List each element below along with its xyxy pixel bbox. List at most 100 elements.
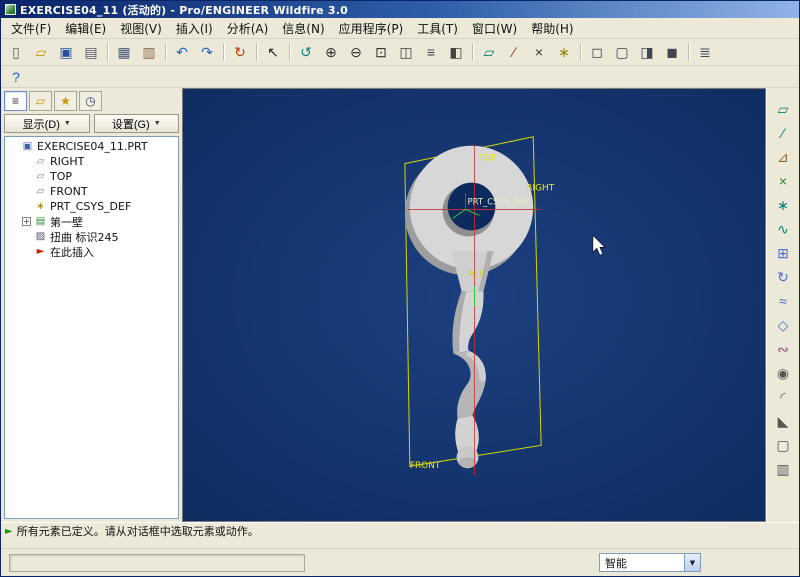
- refit-button[interactable]: ⊡: [369, 41, 393, 63]
- paste-button[interactable]: ▥: [137, 41, 161, 63]
- datum-axes-toggle[interactable]: ∕: [502, 41, 526, 63]
- insert-here-icon: ►: [34, 247, 47, 257]
- redo-icon: ↷: [201, 45, 213, 59]
- open-button[interactable]: ▱: [29, 41, 53, 63]
- combo-dropdown-button[interactable]: [684, 554, 700, 571]
- wireframe-button[interactable]: ◻: [585, 41, 609, 63]
- regenerate-button[interactable]: ↻: [228, 41, 252, 63]
- selection-filter-value: 智能: [600, 555, 684, 571]
- menu-view[interactable]: 视图(V): [113, 18, 169, 39]
- tree-item-root[interactable]: ▣ EXERCISE04_11.PRT: [5, 139, 178, 154]
- toolbar-separator: [256, 43, 257, 61]
- regenerate-icon: ↻: [234, 45, 246, 59]
- datum-axis-tool[interactable]: ∕: [771, 122, 795, 144]
- redo-button[interactable]: ↷: [195, 41, 219, 63]
- no-hidden-button[interactable]: ◨: [635, 41, 659, 63]
- blend-tool[interactable]: ◇: [771, 314, 795, 336]
- menu-window[interactable]: 窗口(W): [465, 18, 524, 39]
- new-file-icon: ▯: [12, 45, 20, 59]
- toolbar-separator: [580, 43, 581, 61]
- sketch-tool[interactable]: ⊿: [771, 146, 795, 168]
- saved-views-icon: ◫: [399, 45, 412, 59]
- tree-item-first-wall[interactable]: ▤ 第一壁: [5, 214, 178, 229]
- hole-tool[interactable]: ◉: [771, 362, 795, 384]
- graphics-viewport[interactable]: TOP RIGHT FRONT PRT_CSYS_DEF A_1: [182, 88, 766, 522]
- expander-icon[interactable]: [22, 217, 31, 226]
- select-button[interactable]: ↖: [261, 41, 285, 63]
- datum-points-toggle[interactable]: ×: [527, 41, 551, 63]
- shaft-tip-shade: [459, 457, 477, 467]
- tree-item-top[interactable]: ▱ TOP: [5, 169, 178, 184]
- tree-item-front[interactable]: ▱ FRONT: [5, 184, 178, 199]
- saved-views-button[interactable]: ◫: [394, 41, 418, 63]
- hidden-line-button[interactable]: ▢: [610, 41, 634, 63]
- undo-button[interactable]: ↶: [170, 41, 194, 63]
- shaded-button[interactable]: ◼: [660, 41, 684, 63]
- part-icon: ▣: [21, 142, 34, 152]
- revolve-tool[interactable]: ↻: [771, 266, 795, 288]
- zoom-in-button[interactable]: ⊕: [319, 41, 343, 63]
- style-tool[interactable]: ∾: [771, 338, 795, 360]
- menu-help[interactable]: 帮助(H): [524, 18, 580, 39]
- tree-item-right[interactable]: ▱ RIGHT: [5, 154, 178, 169]
- tree-label: 扭曲 标识245: [50, 229, 119, 245]
- tree-item-twist[interactable]: ▨ 扭曲 标识245: [5, 229, 178, 244]
- folder-icon: ▱: [36, 95, 45, 107]
- menu-analysis[interactable]: 分析(A): [220, 18, 276, 39]
- front-datum-label: FRONT: [410, 461, 441, 471]
- menu-file[interactable]: 文件(F): [4, 18, 58, 39]
- shell-tool[interactable]: ▢: [771, 434, 795, 456]
- round-tool[interactable]: ◜: [771, 386, 795, 408]
- sweep-tool[interactable]: ≈: [771, 290, 795, 312]
- display-dropdown[interactable]: 显示(D): [4, 114, 90, 133]
- tree-toolbar: 显示(D) 设置(G): [4, 114, 179, 133]
- curve-icon: ∿: [777, 222, 789, 236]
- csys-toggle[interactable]: ∗: [552, 41, 576, 63]
- copy-icon: ▦: [117, 45, 130, 59]
- datum-point-tool[interactable]: ×: [771, 170, 795, 192]
- menu-tools[interactable]: 工具(T): [410, 18, 465, 39]
- zoom-in-icon: ⊕: [325, 45, 337, 59]
- favorites-tab[interactable]: ★: [54, 91, 77, 111]
- app-window: EXERCISE04_11 (活动的) - Pro/ENGINEER Wildf…: [0, 0, 800, 577]
- chamfer-tool[interactable]: ◣: [771, 410, 795, 432]
- history-tab[interactable]: ◷: [79, 91, 102, 111]
- curve-tool[interactable]: ∿: [771, 218, 795, 240]
- spin-button[interactable]: ↺: [294, 41, 318, 63]
- extrude-tool[interactable]: ⊞: [771, 242, 795, 264]
- toolbar-separator: [107, 43, 108, 61]
- status-message: 所有元素已定义。请从对话框中选取元素或动作。: [17, 525, 259, 539]
- view-manager-button[interactable]: ◧: [444, 41, 468, 63]
- print-button[interactable]: ▤: [79, 41, 103, 63]
- tree-item-insert-here[interactable]: ► 在此插入: [5, 244, 178, 259]
- model-tree-toggle[interactable]: ≣: [693, 41, 717, 63]
- datum-plane-icon: ▱: [34, 172, 47, 182]
- context-help-button[interactable]: ?: [4, 66, 28, 88]
- csys-icon: ∗: [777, 198, 789, 212]
- menu-insert[interactable]: 插入(I): [169, 18, 220, 39]
- new-file-button[interactable]: ▯: [4, 41, 28, 63]
- coord-system-tool[interactable]: ∗: [771, 194, 795, 216]
- menu-info[interactable]: 信息(N): [275, 18, 331, 39]
- datum-point-icon: ×: [779, 174, 787, 188]
- menu-edit[interactable]: 编辑(E): [58, 18, 113, 39]
- selection-filter-combo[interactable]: 智能: [599, 553, 701, 572]
- zoom-out-button[interactable]: ⊖: [344, 41, 368, 63]
- datum-planes-toggle[interactable]: ▱: [477, 41, 501, 63]
- toolbar-separator: [223, 43, 224, 61]
- save-button[interactable]: ▣: [54, 41, 78, 63]
- revolve-icon: ↻: [777, 270, 789, 284]
- tree-item-csys[interactable]: ∗ PRT_CSYS_DEF: [5, 199, 178, 214]
- message-field: [9, 554, 305, 572]
- open-folder-icon: ▱: [36, 45, 47, 59]
- copy-button[interactable]: ▦: [112, 41, 136, 63]
- menu-applications[interactable]: 应用程序(P): [332, 18, 411, 39]
- chamfer-icon: ◣: [778, 414, 789, 428]
- layers-button[interactable]: ≡: [419, 41, 443, 63]
- settings-dropdown[interactable]: 设置(G): [94, 114, 180, 133]
- undo-icon: ↶: [176, 45, 188, 59]
- rib-tool[interactable]: ▥: [771, 458, 795, 480]
- model-tree-tab[interactable]: ≡: [4, 91, 27, 111]
- folder-browser-tab[interactable]: ▱: [29, 91, 52, 111]
- datum-plane-tool[interactable]: ▱: [771, 98, 795, 120]
